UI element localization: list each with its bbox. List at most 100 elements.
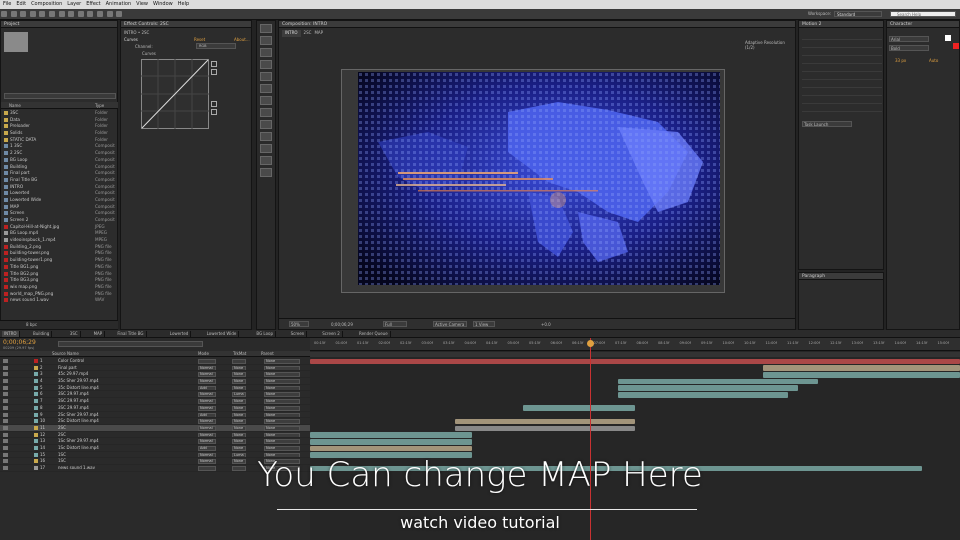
layer-trkmat-select[interactable]: None xyxy=(232,365,246,371)
layer-mode-select[interactable]: Normal xyxy=(198,379,216,384)
layer-name[interactable]: 2SC xyxy=(58,432,66,438)
timeline-tab[interactable]: BG Loop xyxy=(254,331,277,337)
motion-control-row[interactable] xyxy=(802,105,882,112)
label-color-swatch[interactable] xyxy=(34,365,38,370)
menu-animation[interactable]: Animation xyxy=(106,0,132,9)
visibility-eye-icon[interactable] xyxy=(3,379,8,384)
effect-controls-tab[interactable]: Effect Controls: 2SC xyxy=(121,21,251,28)
motion-tab[interactable]: Motion 2 xyxy=(799,21,883,28)
font-style-select[interactable]: Bold xyxy=(889,45,929,51)
guide-icon[interactable] xyxy=(260,96,272,105)
shape-icon[interactable] xyxy=(260,108,272,117)
project-item[interactable]: Final part Composit xyxy=(1,170,118,177)
layer-name[interactable]: 1Sc Sher 29.97.mp4 xyxy=(58,438,99,444)
project-item[interactable]: world_map_PNG.png PNG file xyxy=(1,291,118,298)
layer-mode-select[interactable]: Normal xyxy=(198,392,216,398)
motion-control-row[interactable] xyxy=(802,33,882,40)
timeline-timecode[interactable]: 0;00;06;29 xyxy=(3,339,36,346)
label-color-swatch[interactable] xyxy=(34,425,38,430)
smooth-curve-icon[interactable] xyxy=(211,109,217,115)
layer-parent-select[interactable]: None xyxy=(264,372,300,378)
layer-parent-select[interactable]: None xyxy=(264,399,300,404)
visibility-eye-icon[interactable] xyxy=(3,405,8,410)
col-trkmat[interactable]: TrkMat xyxy=(233,351,246,356)
render-icon[interactable] xyxy=(260,144,272,153)
layer-parent-select[interactable]: None xyxy=(264,432,300,438)
layer-trkmat-select[interactable]: None xyxy=(232,432,246,438)
layer-trkmat-select[interactable]: None xyxy=(232,439,246,444)
col-name-header[interactable]: Name xyxy=(9,103,21,108)
layer-name[interactable]: Color Control xyxy=(58,358,84,364)
layer-mode-select[interactable]: Add xyxy=(198,445,216,451)
project-item[interactable]: building-tower.png PNG file xyxy=(1,250,118,257)
paragraph-tab[interactable]: Paragraph xyxy=(799,273,883,280)
layer-parent-select[interactable]: None xyxy=(264,385,300,391)
layer-trkmat-select[interactable] xyxy=(232,359,246,364)
motion-control-row[interactable] xyxy=(802,57,882,64)
curves-graph[interactable] xyxy=(141,59,209,129)
layer-parent-select[interactable]: None xyxy=(264,405,300,411)
timeline-layer-row[interactable]: 12 2SC Normal None None xyxy=(0,432,310,439)
project-item[interactable]: building-tower1.png PNG file xyxy=(1,257,118,264)
project-item[interactable]: STATIC DATA Folder xyxy=(1,137,118,144)
brush-tool-icon[interactable] xyxy=(77,11,84,17)
timeline-tab[interactable]: Lowerted xyxy=(168,331,192,337)
label-color-swatch[interactable] xyxy=(34,439,38,444)
character-tab[interactable]: Character xyxy=(887,21,959,28)
footage-icon[interactable] xyxy=(260,60,272,69)
camera-tool-icon[interactable] xyxy=(39,11,46,17)
project-item[interactable]: Screen Composit xyxy=(1,210,118,217)
layer-name[interactable]: 2Sc Distort line.mp4 xyxy=(58,418,99,424)
layer-trkmat-select[interactable]: None xyxy=(232,385,246,391)
visibility-eye-icon[interactable] xyxy=(3,412,8,417)
timeline-layer-row[interactable]: 1 Color Control None xyxy=(0,358,310,365)
label-color-swatch[interactable] xyxy=(34,392,38,397)
motion-control-row[interactable] xyxy=(802,97,882,104)
project-item[interactable]: wix map.png PNG file xyxy=(1,284,118,291)
visibility-eye-icon[interactable] xyxy=(3,419,8,424)
layer-icon[interactable] xyxy=(260,48,272,57)
layer-parent-select[interactable]: None xyxy=(264,365,300,371)
label-color-swatch[interactable] xyxy=(34,432,38,437)
timeline-tab[interactable]: MAP xyxy=(92,331,106,337)
timeline-tab[interactable]: 3SC xyxy=(68,331,81,337)
timeline-tab[interactable]: Building xyxy=(31,331,53,337)
label-color-swatch[interactable] xyxy=(34,445,38,450)
task-launch-field[interactable]: Task Launch xyxy=(802,121,852,127)
visibility-eye-icon[interactable] xyxy=(3,425,8,430)
col-mode[interactable]: Mode xyxy=(198,351,209,356)
eraser-tool-icon[interactable] xyxy=(96,11,103,17)
timeline-layer-row[interactable]: 7 3SC 29.97.mp4 Normal None None xyxy=(0,398,310,405)
layer-name[interactable]: 3SC 29.97.mp4 xyxy=(58,405,89,411)
layer-name[interactable]: 3SC 29.97.mp4 xyxy=(58,391,89,397)
menu-effect[interactable]: Effect xyxy=(86,0,100,9)
hand-tool-icon[interactable] xyxy=(10,11,17,17)
project-item[interactable]: 1 3SC Composit xyxy=(1,143,118,150)
mask-icon[interactable] xyxy=(260,84,272,93)
project-item[interactable]: Solids Folder xyxy=(1,130,118,137)
open-curve-icon[interactable] xyxy=(211,101,217,107)
playhead-handle[interactable] xyxy=(587,340,594,347)
reset-link[interactable]: Reset xyxy=(194,37,205,42)
tracking-value[interactable]: Auto xyxy=(929,58,938,63)
layer-mode-select[interactable]: Normal xyxy=(198,419,216,424)
workspace-select[interactable]: Standard xyxy=(834,11,882,17)
zoom-select[interactable]: 50% xyxy=(289,321,309,327)
label-color-swatch[interactable] xyxy=(34,412,38,417)
layer-trkmat-select[interactable]: None xyxy=(232,412,246,418)
layer-parent-select[interactable]: None xyxy=(264,359,300,364)
visibility-eye-icon[interactable] xyxy=(3,439,8,444)
flow-icon[interactable] xyxy=(260,156,272,165)
timeline-tab[interactable]: Screen xyxy=(289,331,308,337)
layer-clip-bar[interactable] xyxy=(618,385,798,391)
crumb-2sc[interactable]: 2SC xyxy=(304,30,312,37)
roto-tool-icon[interactable] xyxy=(106,11,113,17)
pan-behind-tool-icon[interactable] xyxy=(48,11,55,17)
label-color-swatch[interactable] xyxy=(34,399,38,404)
col-parent[interactable]: Parent xyxy=(261,351,274,356)
layer-clip-bar[interactable] xyxy=(310,432,472,438)
layer-clip-bar[interactable] xyxy=(455,425,635,432)
effect-name[interactable]: Curves xyxy=(124,37,138,42)
views-select[interactable]: 1 View xyxy=(473,321,495,327)
layer-clip-bar[interactable] xyxy=(763,371,960,378)
